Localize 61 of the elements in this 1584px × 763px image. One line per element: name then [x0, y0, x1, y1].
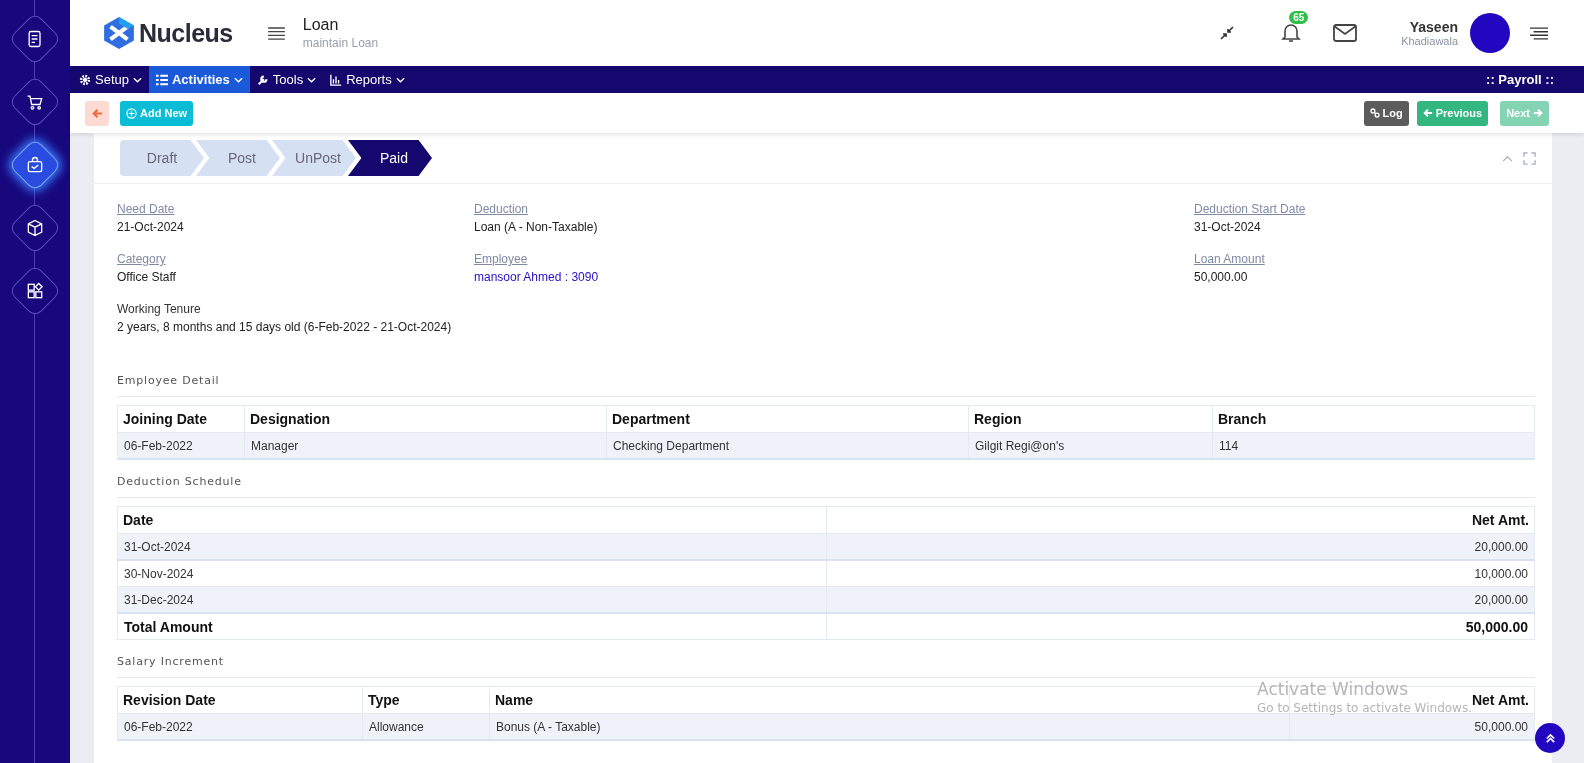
field-value: 2 years, 8 months and 15 days old (6-Feb-2022 - 21-Oct-2024) [117, 320, 453, 334]
column-header: Designation [244, 405, 607, 433]
column-header: Department [606, 405, 969, 433]
table-cell: 30-Nov-2024 [117, 560, 826, 587]
column-header: Net Amt. [826, 506, 1535, 534]
section-title: Salary Increment [117, 655, 1535, 678]
table-cell: 06-Feb-2022 [117, 713, 363, 740]
log-button[interactable]: Log [1363, 100, 1409, 126]
table-cell: 20,000.00 [826, 586, 1535, 613]
table-cell: Bonus (A - Taxable) [489, 713, 1290, 740]
table-cell: Manager [244, 432, 607, 459]
nav-menu[interactable]: Reports [323, 66, 412, 93]
activation-notice-text: Go to Settings to activate Windows. [1257, 701, 1472, 715]
table-cell: 31-Dec-2024 [117, 586, 826, 613]
status-step[interactable]: Post [196, 140, 280, 176]
table-cell: 10,000.00 [826, 560, 1535, 587]
field-label: Deduction [474, 202, 530, 216]
field-value: 21-Oct-2024 [117, 220, 185, 234]
field-label: Working Tenure [117, 302, 202, 316]
field-value: Office Staff [117, 270, 177, 284]
page-subtitle: maintain Loan [302, 36, 379, 50]
status-step[interactable]: UnPost [272, 140, 356, 176]
user-surname: Khadiawala [1401, 35, 1458, 47]
field-value: Loan (A - Non-Taxable) [474, 220, 599, 234]
activation-notice-title: Activate Windows [1257, 679, 1409, 699]
nav-menu[interactable]: Tools [249, 66, 324, 93]
section-title: Deduction Schedule [117, 475, 1535, 498]
field-label: Need Date [117, 202, 176, 216]
table-cell: 50,000.00 [1289, 713, 1535, 740]
page-title: Loan [302, 16, 340, 34]
table-cell: Allowance [362, 713, 490, 740]
field-value: 50,000.00 [1194, 270, 1249, 284]
table-cell: 20,000.00 [826, 533, 1535, 560]
status-step[interactable]: Draft [120, 140, 204, 176]
column-header: Region [968, 405, 1213, 433]
user-name: Yaseen [1409, 19, 1458, 35]
nav-menu[interactable]: Activities [149, 66, 250, 93]
module-label: :: Payroll :: [1486, 72, 1554, 87]
logo-text: Nucleus [139, 18, 233, 48]
field-label: Loan Amount [1194, 252, 1266, 266]
column-header: Joining Date [117, 405, 245, 433]
column-header: Branch [1212, 405, 1535, 433]
total-label: Total Amount [117, 613, 826, 640]
column-header: Type [362, 686, 490, 714]
employee-link[interactable]: mansoor Ahmed : 3090 [474, 270, 1194, 284]
table-cell: 114 [1212, 432, 1535, 459]
section-title: Employee Detail [117, 374, 1535, 397]
notification-badge: 65 [1289, 10, 1309, 24]
status-step[interactable]: Paid [348, 140, 432, 176]
nav-menu[interactable]: Setup [72, 66, 149, 93]
table-cell: Checking Department [606, 432, 969, 459]
table-cell: 06-Feb-2022 [117, 432, 245, 459]
field-label: Employee [474, 252, 529, 266]
field-label: Category [117, 252, 167, 266]
table-cell: 31-Oct-2024 [117, 533, 826, 560]
field-value: 31-Oct-2024 [1194, 220, 1262, 234]
column-header: Date [117, 506, 826, 534]
column-header: Revision Date [117, 686, 363, 714]
total-value: 50,000.00 [826, 613, 1535, 640]
field-label: Deduction Start Date [1194, 202, 1306, 216]
table-cell: Gilgit Regi@on's [968, 432, 1213, 459]
